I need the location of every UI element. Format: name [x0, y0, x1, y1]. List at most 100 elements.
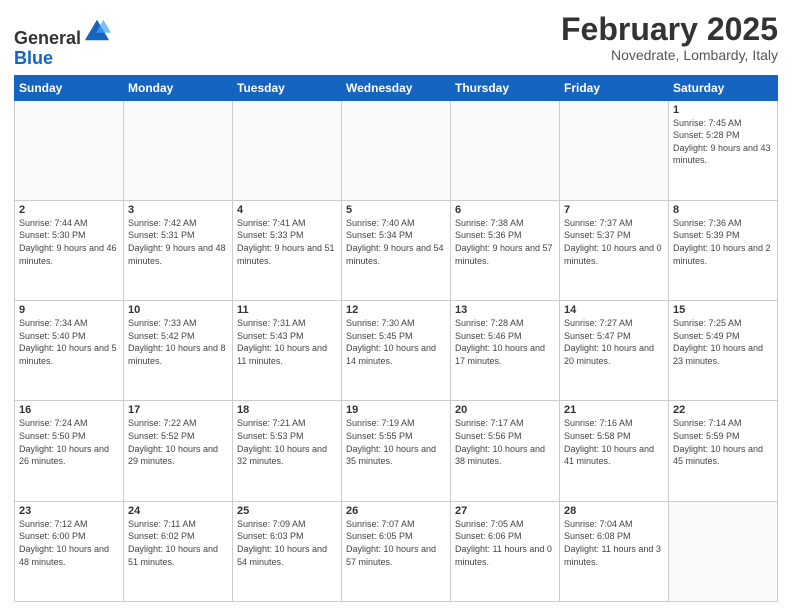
table-row: 3Sunrise: 7:42 AM Sunset: 5:31 PM Daylig… [124, 200, 233, 300]
day-number: 23 [19, 505, 119, 517]
table-row: 8Sunrise: 7:36 AM Sunset: 5:39 PM Daylig… [669, 200, 778, 300]
calendar-week-row: 23Sunrise: 7:12 AM Sunset: 6:00 PM Dayli… [15, 501, 778, 601]
table-row: 18Sunrise: 7:21 AM Sunset: 5:53 PM Dayli… [233, 401, 342, 501]
day-info: Sunrise: 7:14 AM Sunset: 5:59 PM Dayligh… [673, 417, 773, 467]
day-info: Sunrise: 7:21 AM Sunset: 5:53 PM Dayligh… [237, 417, 337, 467]
day-number: 27 [455, 505, 555, 517]
table-row: 24Sunrise: 7:11 AM Sunset: 6:02 PM Dayli… [124, 501, 233, 601]
day-info: Sunrise: 7:09 AM Sunset: 6:03 PM Dayligh… [237, 518, 337, 568]
day-number: 14 [564, 304, 664, 316]
day-info: Sunrise: 7:45 AM Sunset: 5:28 PM Dayligh… [673, 117, 773, 167]
table-row: 6Sunrise: 7:38 AM Sunset: 5:36 PM Daylig… [451, 200, 560, 300]
day-info: Sunrise: 7:30 AM Sunset: 5:45 PM Dayligh… [346, 317, 446, 367]
day-number: 17 [128, 404, 228, 416]
day-info: Sunrise: 7:04 AM Sunset: 6:08 PM Dayligh… [564, 518, 664, 568]
table-row: 13Sunrise: 7:28 AM Sunset: 5:46 PM Dayli… [451, 301, 560, 401]
day-info: Sunrise: 7:25 AM Sunset: 5:49 PM Dayligh… [673, 317, 773, 367]
day-info: Sunrise: 7:27 AM Sunset: 5:47 PM Dayligh… [564, 317, 664, 367]
table-row: 2Sunrise: 7:44 AM Sunset: 5:30 PM Daylig… [15, 200, 124, 300]
day-info: Sunrise: 7:12 AM Sunset: 6:00 PM Dayligh… [19, 518, 119, 568]
table-row: 16Sunrise: 7:24 AM Sunset: 5:50 PM Dayli… [15, 401, 124, 501]
page: General Blue February 2025 Novedrate, Lo… [0, 0, 792, 612]
day-info: Sunrise: 7:28 AM Sunset: 5:46 PM Dayligh… [455, 317, 555, 367]
col-friday: Friday [560, 75, 669, 100]
col-wednesday: Wednesday [342, 75, 451, 100]
day-number: 26 [346, 505, 446, 517]
day-number: 11 [237, 304, 337, 316]
day-info: Sunrise: 7:11 AM Sunset: 6:02 PM Dayligh… [128, 518, 228, 568]
day-number: 22 [673, 404, 773, 416]
table-row: 11Sunrise: 7:31 AM Sunset: 5:43 PM Dayli… [233, 301, 342, 401]
table-row: 25Sunrise: 7:09 AM Sunset: 6:03 PM Dayli… [233, 501, 342, 601]
day-number: 24 [128, 505, 228, 517]
day-number: 9 [19, 304, 119, 316]
table-row: 5Sunrise: 7:40 AM Sunset: 5:34 PM Daylig… [342, 200, 451, 300]
title-block: February 2025 Novedrate, Lombardy, Italy [561, 12, 778, 63]
day-number: 7 [564, 204, 664, 216]
calendar-table: Sunday Monday Tuesday Wednesday Thursday… [14, 75, 778, 602]
table-row: 22Sunrise: 7:14 AM Sunset: 5:59 PM Dayli… [669, 401, 778, 501]
calendar-week-row: 16Sunrise: 7:24 AM Sunset: 5:50 PM Dayli… [15, 401, 778, 501]
table-row: 17Sunrise: 7:22 AM Sunset: 5:52 PM Dayli… [124, 401, 233, 501]
col-saturday: Saturday [669, 75, 778, 100]
logo-icon [83, 16, 111, 44]
month-title: February 2025 [561, 12, 778, 47]
day-number: 3 [128, 204, 228, 216]
day-number: 13 [455, 304, 555, 316]
day-info: Sunrise: 7:24 AM Sunset: 5:50 PM Dayligh… [19, 417, 119, 467]
logo-blue: Blue [14, 48, 53, 68]
day-info: Sunrise: 7:16 AM Sunset: 5:58 PM Dayligh… [564, 417, 664, 467]
day-number: 8 [673, 204, 773, 216]
day-info: Sunrise: 7:36 AM Sunset: 5:39 PM Dayligh… [673, 217, 773, 267]
table-row: 14Sunrise: 7:27 AM Sunset: 5:47 PM Dayli… [560, 301, 669, 401]
table-row: 9Sunrise: 7:34 AM Sunset: 5:40 PM Daylig… [15, 301, 124, 401]
day-number: 28 [564, 505, 664, 517]
table-row: 10Sunrise: 7:33 AM Sunset: 5:42 PM Dayli… [124, 301, 233, 401]
day-number: 20 [455, 404, 555, 416]
calendar-header-row: Sunday Monday Tuesday Wednesday Thursday… [15, 75, 778, 100]
table-row: 27Sunrise: 7:05 AM Sunset: 6:06 PM Dayli… [451, 501, 560, 601]
table-row [342, 100, 451, 200]
logo: General Blue [14, 16, 111, 69]
day-number: 12 [346, 304, 446, 316]
table-row: 26Sunrise: 7:07 AM Sunset: 6:05 PM Dayli… [342, 501, 451, 601]
top-section: General Blue February 2025 Novedrate, Lo… [14, 12, 778, 69]
day-info: Sunrise: 7:22 AM Sunset: 5:52 PM Dayligh… [128, 417, 228, 467]
day-number: 4 [237, 204, 337, 216]
table-row: 28Sunrise: 7:04 AM Sunset: 6:08 PM Dayli… [560, 501, 669, 601]
table-row: 21Sunrise: 7:16 AM Sunset: 5:58 PM Dayli… [560, 401, 669, 501]
day-number: 1 [673, 104, 773, 116]
table-row: 20Sunrise: 7:17 AM Sunset: 5:56 PM Dayli… [451, 401, 560, 501]
day-number: 5 [346, 204, 446, 216]
table-row [560, 100, 669, 200]
day-number: 2 [19, 204, 119, 216]
table-row: 19Sunrise: 7:19 AM Sunset: 5:55 PM Dayli… [342, 401, 451, 501]
day-info: Sunrise: 7:42 AM Sunset: 5:31 PM Dayligh… [128, 217, 228, 267]
table-row [669, 501, 778, 601]
day-info: Sunrise: 7:41 AM Sunset: 5:33 PM Dayligh… [237, 217, 337, 267]
day-number: 18 [237, 404, 337, 416]
table-row: 15Sunrise: 7:25 AM Sunset: 5:49 PM Dayli… [669, 301, 778, 401]
day-info: Sunrise: 7:31 AM Sunset: 5:43 PM Dayligh… [237, 317, 337, 367]
col-thursday: Thursday [451, 75, 560, 100]
calendar-week-row: 2Sunrise: 7:44 AM Sunset: 5:30 PM Daylig… [15, 200, 778, 300]
table-row: 23Sunrise: 7:12 AM Sunset: 6:00 PM Dayli… [15, 501, 124, 601]
day-info: Sunrise: 7:38 AM Sunset: 5:36 PM Dayligh… [455, 217, 555, 267]
day-info: Sunrise: 7:44 AM Sunset: 5:30 PM Dayligh… [19, 217, 119, 267]
day-number: 25 [237, 505, 337, 517]
table-row [15, 100, 124, 200]
day-number: 6 [455, 204, 555, 216]
day-info: Sunrise: 7:34 AM Sunset: 5:40 PM Dayligh… [19, 317, 119, 367]
calendar-week-row: 1Sunrise: 7:45 AM Sunset: 5:28 PM Daylig… [15, 100, 778, 200]
location: Novedrate, Lombardy, Italy [561, 47, 778, 63]
day-info: Sunrise: 7:05 AM Sunset: 6:06 PM Dayligh… [455, 518, 555, 568]
day-number: 16 [19, 404, 119, 416]
day-info: Sunrise: 7:19 AM Sunset: 5:55 PM Dayligh… [346, 417, 446, 467]
calendar-week-row: 9Sunrise: 7:34 AM Sunset: 5:40 PM Daylig… [15, 301, 778, 401]
table-row: 7Sunrise: 7:37 AM Sunset: 5:37 PM Daylig… [560, 200, 669, 300]
logo-general: General [14, 28, 81, 48]
table-row [124, 100, 233, 200]
day-number: 15 [673, 304, 773, 316]
day-number: 19 [346, 404, 446, 416]
col-tuesday: Tuesday [233, 75, 342, 100]
